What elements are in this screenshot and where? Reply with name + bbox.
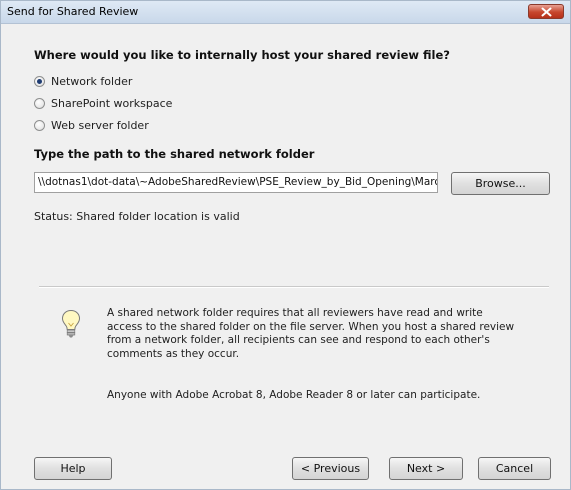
radio-button[interactable]: [34, 120, 45, 131]
radio-selected-dot: [37, 79, 42, 84]
lightbulb-icon: [61, 309, 81, 338]
separator-line: [39, 286, 549, 288]
send-for-shared-review-dialog: Send for Shared Review Where would you l…: [0, 0, 571, 490]
cancel-button[interactable]: Cancel: [478, 457, 551, 480]
radio-label: Network folder: [51, 75, 133, 88]
browse-button[interactable]: Browse...: [451, 172, 550, 195]
host-question-heading: Where would you like to internally host …: [34, 48, 450, 62]
next-button[interactable]: Next >: [389, 457, 463, 480]
close-icon: [541, 7, 552, 17]
network-folder-path-input[interactable]: \\dotnas1\dot-data\~AdobeSharedReview\PS…: [34, 172, 438, 193]
close-button[interactable]: [528, 4, 564, 19]
window-title: Send for Shared Review: [7, 5, 139, 18]
compatibility-note: Anyone with Adobe Acrobat 8, Adobe Reade…: [107, 389, 481, 401]
info-paragraph: A shared network folder requires that al…: [107, 307, 515, 360]
radio-label: SharePoint workspace: [51, 97, 173, 110]
title-bar[interactable]: Send for Shared Review: [1, 1, 570, 24]
radio-label: Web server folder: [51, 119, 149, 132]
help-button[interactable]: Help: [34, 457, 112, 480]
radio-button[interactable]: [34, 98, 45, 109]
previous-button[interactable]: < Previous: [292, 457, 369, 480]
status-text: Status: Shared folder location is valid: [34, 210, 240, 223]
path-heading: Type the path to the shared network fold…: [34, 147, 315, 161]
radio-button[interactable]: [34, 76, 45, 87]
